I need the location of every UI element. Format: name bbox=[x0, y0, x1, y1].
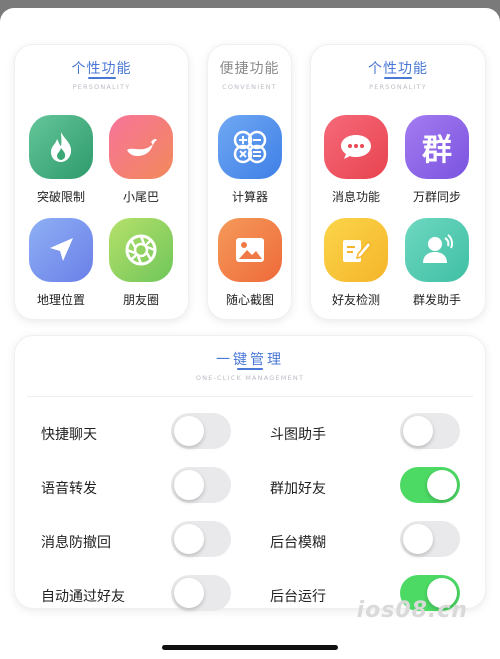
feature-tail[interactable]: 小尾巴 bbox=[105, 115, 177, 205]
card-title: 一键管理 bbox=[216, 352, 284, 368]
setting-label: 后台运行 bbox=[270, 589, 326, 605]
group-glyph: 群 bbox=[422, 133, 452, 168]
feature-label: 计算器 bbox=[231, 190, 268, 204]
toggle-anti-recall[interactable] bbox=[171, 521, 231, 557]
card-subtitle: PERSONALITY bbox=[72, 83, 131, 91]
chat-bubble-icon bbox=[324, 115, 388, 179]
title-underline bbox=[384, 77, 412, 79]
feature-label: 突破限制 bbox=[36, 190, 85, 204]
edit-icon bbox=[324, 218, 388, 282]
setting-label: 斗图助手 bbox=[270, 427, 326, 443]
feature-group-sync[interactable]: 群 万群同步 bbox=[401, 115, 473, 205]
feature-label: 地理位置 bbox=[36, 293, 85, 307]
feature-calculator[interactable]: 计算器 bbox=[214, 115, 286, 205]
setting-label: 群加好友 bbox=[270, 481, 326, 497]
toggle-knob bbox=[403, 416, 433, 446]
tail-icon bbox=[109, 115, 173, 179]
watermark: ios08.cn bbox=[356, 598, 468, 623]
feature-break-limit[interactable]: 突破限制 bbox=[25, 115, 97, 205]
card-title: 个性功能 bbox=[71, 61, 132, 77]
bottom-sheet: 个性功能 PERSONALITY 突破限制 小尾巴 地理位置 朋友圈 便捷功能 … bbox=[0, 8, 500, 659]
toggle-knob bbox=[174, 578, 204, 608]
feature-friend-check[interactable]: 好友检测 bbox=[320, 218, 392, 308]
location-arrow-icon bbox=[29, 218, 93, 282]
setting-label: 自动通过好友 bbox=[41, 589, 125, 605]
card-title: 个性功能 bbox=[368, 61, 428, 77]
feature-label: 万群同步 bbox=[412, 190, 461, 204]
toggle-knob bbox=[427, 470, 457, 500]
toggle-group-add-friend[interactable] bbox=[400, 467, 460, 503]
setting-label: 语音转发 bbox=[41, 481, 97, 497]
image-icon bbox=[218, 218, 282, 282]
toggle-knob bbox=[174, 470, 204, 500]
user-broadcast-icon bbox=[405, 218, 469, 282]
title-underline bbox=[88, 77, 116, 79]
feature-label: 小尾巴 bbox=[122, 190, 159, 204]
feature-label: 好友检测 bbox=[331, 293, 380, 307]
toggle-knob bbox=[174, 416, 204, 446]
card-subtitle: ONE-CLICK MANAGEMENT bbox=[195, 374, 305, 382]
toggle-knob bbox=[403, 524, 433, 554]
feature-screenshot[interactable]: 随心截图 bbox=[214, 218, 286, 308]
toggle-auto-accept[interactable] bbox=[171, 575, 231, 611]
feature-moments[interactable]: 朋友圈 bbox=[105, 218, 177, 308]
toggle-voice-forward[interactable] bbox=[171, 467, 231, 503]
feature-label: 消息功能 bbox=[331, 190, 380, 204]
personality-card-right: 个性功能 PERSONALITY 消息功能 群 万群同步 好友检测 群发助手 bbox=[311, 45, 485, 319]
feature-label: 群发助手 bbox=[412, 293, 461, 307]
flame-icon bbox=[29, 115, 93, 179]
feature-location[interactable]: 地理位置 bbox=[25, 218, 97, 308]
feature-label: 朋友圈 bbox=[122, 293, 159, 307]
card-subtitle: PERSONALITY bbox=[369, 83, 427, 91]
divider bbox=[27, 396, 473, 397]
toggle-background-blur[interactable] bbox=[400, 521, 460, 557]
setting-label: 快捷聊天 bbox=[41, 427, 97, 443]
card-title: 便捷功能 bbox=[219, 61, 280, 77]
one-click-card: 一键管理 ONE-CLICK MANAGEMENT 快捷聊天 语音转发 消息防撤… bbox=[15, 336, 485, 611]
convenient-card: 便捷功能 CONVENIENT 计算器 随心截图 bbox=[208, 45, 291, 319]
personality-card-left: 个性功能 PERSONALITY 突破限制 小尾巴 地理位置 朋友圈 bbox=[15, 45, 188, 319]
title-underline bbox=[237, 368, 263, 370]
group-text-icon: 群 bbox=[405, 115, 469, 179]
setting-label: 消息防撤回 bbox=[41, 535, 111, 551]
feature-message[interactable]: 消息功能 bbox=[320, 115, 392, 205]
toggle-sticker-helper[interactable] bbox=[400, 413, 460, 449]
card-subtitle: CONVENIENT bbox=[222, 83, 277, 91]
feature-label: 随心截图 bbox=[225, 293, 274, 307]
setting-label: 后台模糊 bbox=[270, 535, 326, 551]
home-indicator bbox=[162, 645, 338, 650]
toggle-knob bbox=[174, 524, 204, 554]
calculator-icon bbox=[218, 115, 282, 179]
feature-broadcast[interactable]: 群发助手 bbox=[401, 218, 473, 308]
toggle-quick-chat[interactable] bbox=[171, 413, 231, 449]
aperture-icon bbox=[109, 218, 173, 282]
